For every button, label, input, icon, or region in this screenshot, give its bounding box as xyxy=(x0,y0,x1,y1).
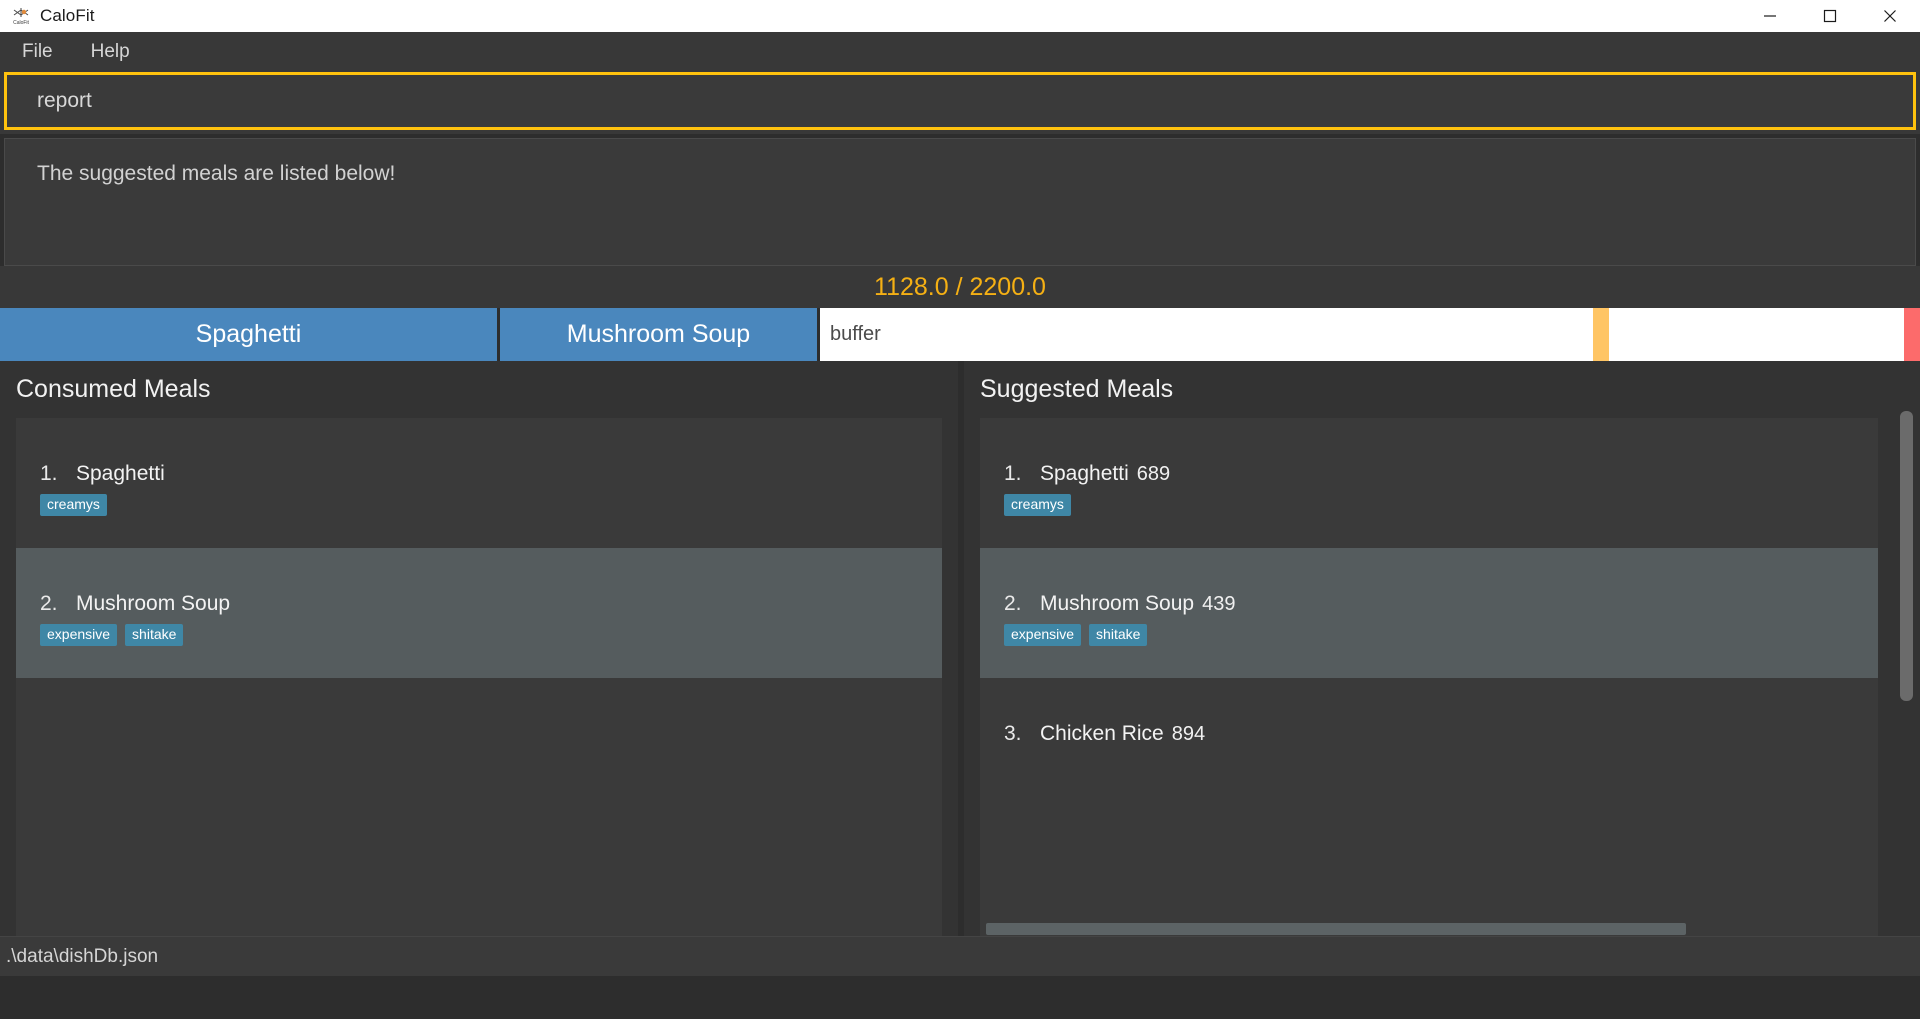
consumed-meals-pane: Consumed Meals 1. Spaghetti creamys 2. M… xyxy=(0,361,958,936)
calorie-progress-bar[interactable]: Spaghetti Mushroom Soup buffer xyxy=(0,308,1920,361)
list-item[interactable]: 1. Spaghetti 689 creamys xyxy=(980,418,1878,548)
meal-name: Spaghetti xyxy=(76,462,165,485)
menu-item-help[interactable]: Help xyxy=(87,39,134,65)
horizontal-scrollbar[interactable] xyxy=(980,922,1878,936)
meal-tags: expensive shitake xyxy=(1004,624,1878,647)
list-item[interactable]: 2. Mushroom Soup 439 expensive shitake xyxy=(980,548,1878,678)
meal-tags: creamys xyxy=(1004,494,1878,517)
limit-marker-icon xyxy=(1904,308,1920,361)
consumed-meals-title: Consumed Meals xyxy=(16,375,211,403)
meal-index: 1. xyxy=(40,462,58,485)
svg-text:CaloFit: CaloFit xyxy=(13,20,29,26)
meal-index: 2. xyxy=(40,592,58,615)
meal-name: Mushroom Soup xyxy=(1040,592,1195,615)
command-input-container: report xyxy=(0,72,1920,134)
menu-bar: File Help xyxy=(0,32,1920,72)
title-bar: CaloFit CaloFit xyxy=(0,0,1920,32)
progress-segment-buffer[interactable]: buffer xyxy=(820,308,1920,361)
meal-name: Chicken Rice xyxy=(1040,722,1164,745)
message-box: The suggested meals are listed below! xyxy=(4,138,1916,266)
message-text: The suggested meals are listed below! xyxy=(37,162,396,185)
meal-tag: shitake xyxy=(125,624,184,647)
meal-line: 2. Mushroom Soup 439 xyxy=(1004,592,1878,616)
minimize-icon xyxy=(1764,15,1776,17)
meal-tag: expensive xyxy=(1004,624,1082,647)
meal-index: 1. xyxy=(1004,462,1022,485)
progress-segment-spaghetti[interactable]: Spaghetti xyxy=(0,308,500,361)
calorie-counter-value: 1128.0 / 2200.0 xyxy=(874,272,1046,301)
calofit-logo-icon: CaloFit xyxy=(11,6,31,26)
status-bar-path: .\data\dishDb.json xyxy=(6,945,159,967)
progress-segment-label: Mushroom Soup xyxy=(566,320,751,348)
main-content: Consumed Meals 1. Spaghetti creamys 2. M… xyxy=(0,361,1920,936)
meal-line: 3. Chicken Rice 894 xyxy=(1004,722,1878,746)
maximize-icon xyxy=(1823,9,1837,23)
list-item[interactable]: 3. Chicken Rice 894 xyxy=(980,678,1878,808)
progress-segment-label: Spaghetti xyxy=(195,320,302,348)
meal-calories: 439 xyxy=(1202,593,1236,615)
calorie-counter: 1128.0 / 2200.0 xyxy=(0,266,1920,308)
minimize-button[interactable] xyxy=(1740,0,1800,32)
message-container: The suggested meals are listed below! xyxy=(0,134,1920,266)
close-button[interactable] xyxy=(1860,0,1920,32)
horizontal-scrollbar-thumb[interactable] xyxy=(986,923,1686,935)
meal-tag: creamys xyxy=(40,494,107,517)
maximize-button[interactable] xyxy=(1800,0,1860,32)
command-input[interactable]: report xyxy=(4,72,1916,130)
suggested-meals-list[interactable]: 1. Spaghetti 689 creamys 2. Mushroom Sou… xyxy=(980,418,1878,936)
meal-tags: creamys xyxy=(40,494,942,517)
meal-line: 1. Spaghetti 689 xyxy=(1004,462,1878,486)
meal-tag: creamys xyxy=(1004,494,1071,517)
progress-segment-mushroom-soup[interactable]: Mushroom Soup xyxy=(500,308,820,361)
meal-tags: expensive shitake xyxy=(40,624,942,647)
meal-name: Spaghetti xyxy=(1040,462,1129,485)
goal-marker-icon xyxy=(1593,308,1609,361)
suggested-meals-title: Suggested Meals xyxy=(980,375,1174,403)
meal-line: 2. Mushroom Soup xyxy=(40,592,942,616)
meal-tag: expensive xyxy=(40,624,118,647)
meal-tag: shitake xyxy=(1089,624,1148,647)
meal-index: 2. xyxy=(1004,592,1022,615)
meal-index: 3. xyxy=(1004,722,1022,745)
vertical-scrollbar[interactable] xyxy=(1898,407,1914,930)
meal-name: Mushroom Soup xyxy=(76,592,231,615)
meal-calories: 689 xyxy=(1136,463,1171,485)
suggested-meals-pane: Suggested Meals 1. Spaghetti 689 creamys… xyxy=(964,361,1920,936)
close-icon xyxy=(1884,10,1896,22)
list-item[interactable]: 1. Spaghetti creamys xyxy=(16,418,942,548)
progress-buffer-label: buffer xyxy=(830,323,881,345)
command-input-value: report xyxy=(37,89,92,112)
vertical-scrollbar-thumb[interactable] xyxy=(1900,411,1913,701)
status-bar: .\data\dishDb.json xyxy=(0,936,1920,976)
meal-calories: 894 xyxy=(1171,723,1206,745)
meal-line: 1. Spaghetti xyxy=(40,462,942,486)
window-title: CaloFit xyxy=(40,6,95,25)
menu-item-file[interactable]: File xyxy=(18,39,57,65)
title-bar-left: CaloFit CaloFit xyxy=(0,6,95,26)
consumed-meals-list[interactable]: 1. Spaghetti creamys 2. Mushroom Soup ex… xyxy=(16,418,942,936)
list-item[interactable]: 2. Mushroom Soup expensive shitake xyxy=(16,548,942,678)
window-controls xyxy=(1740,0,1920,32)
